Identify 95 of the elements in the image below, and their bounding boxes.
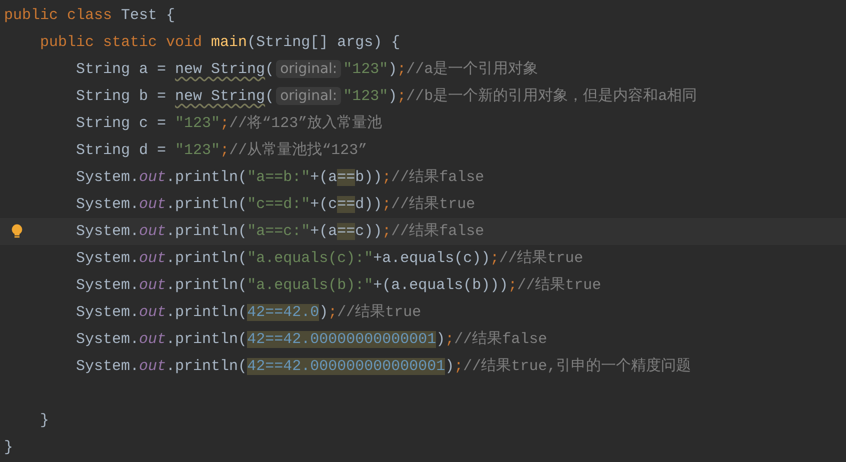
keyword: ; [490,250,500,267]
code-comment: //结果true [499,250,584,267]
code-text: ) [445,358,454,375]
code-text: System. [76,304,140,321]
code-text: .println( [166,169,248,186]
keyword: public class [4,7,114,24]
code-text: System. [76,358,140,375]
code-comment: //a是一个引用对象 [406,61,538,78]
code-text: System. [76,277,140,294]
string-literal: "a==b:" [247,169,310,186]
string-literal: "a.equals(c):" [247,250,374,267]
string-literal: "123" [343,88,388,105]
string-literal: "123" [175,115,220,132]
code-text: +(a [310,223,338,240]
code-text: System. [76,196,140,213]
field-name: out [139,358,166,375]
warning-code: new String [175,61,266,78]
keyword: ; [445,331,454,348]
match-highlight: == [337,196,356,213]
code-text: .println( [166,304,248,321]
code-comment: //将“123”放入常量池 [229,115,382,132]
code-comment: //b是一个新的引用对象，但是内容和a相同 [406,88,698,105]
code-text: String c = [76,115,168,132]
string-literal: "123" [343,61,388,78]
code-text: String d = [76,142,168,159]
number-highlight: 42==42.000000000000001 [247,358,446,375]
field-name: out [139,250,166,267]
number-highlight: 42==42.00000000000001 [247,331,436,348]
code-text: .println( [166,331,248,348]
lightbulb-icon[interactable] [11,224,23,239]
string-literal: "c==d:" [247,196,310,213]
field-name: out [139,196,166,213]
code-text: System. [76,169,140,186]
code-text: +(a [310,169,338,186]
code-comment: //结果true [391,196,476,213]
code-text: d)) [355,196,382,213]
code-comment: //结果false [391,223,484,240]
keyword: ; [382,169,392,186]
code-text: .println( [166,250,248,267]
code-text: } [40,412,50,429]
code-text: System. [76,223,140,240]
keyword: ; [397,88,406,105]
code-comment: //结果false [391,169,484,186]
string-literal: "a==c:" [247,223,310,240]
code-text: +(a.equals(b))) [373,277,508,294]
keyword: ; [382,196,392,213]
keyword: ; [382,223,392,240]
code-text: System. [76,331,140,348]
code-comment: //结果true [517,277,602,294]
keyword: public static void [40,34,204,51]
parameter-hint: original: [276,60,342,78]
code-text: +a.equals(c)) [373,250,490,267]
warning-code: new String [175,88,266,105]
field-name: out [139,304,166,321]
code-text: (String[] args) { [247,34,400,51]
field-name: out [139,331,166,348]
code-text: ) [436,331,446,348]
code-text: b)) [355,169,382,186]
field-name: out [139,169,166,186]
code-editor[interactable] [0,0,846,462]
match-highlight: == [337,223,356,240]
code-text: System. [76,250,140,267]
code-comment: //从常量池找“123” [229,142,368,159]
code-comment: //结果true [337,304,422,321]
code-text: } [4,439,14,456]
parameter-hint: original: [276,87,342,105]
code-text: .println( [166,223,248,240]
string-literal: "a.equals(b):" [247,277,374,294]
string-literal: "123" [175,142,220,159]
code-text: String b = [76,88,168,105]
keyword: ; [328,304,338,321]
keyword: ; [454,358,464,375]
code-text: ( [265,88,274,105]
code-text: ) [319,304,328,321]
code-text: .println( [166,358,248,375]
code-text: +(c [310,196,338,213]
keyword: ; [397,61,406,78]
code-comment: //结果false [454,331,548,348]
match-highlight: == [337,169,356,186]
code-text: c)) [355,223,382,240]
keyword: ; [220,142,230,159]
keyword: ; [220,115,230,132]
field-name: out [139,277,166,294]
code-text: ( [265,61,274,78]
code-text: ) [388,88,398,105]
code-text: .println( [166,196,248,213]
code-text: Test { [121,7,176,24]
code-text: String a = [76,61,168,78]
field-name: out [139,223,166,240]
keyword: ; [508,277,518,294]
code-text: ) [388,61,398,78]
code-comment: //结果true,引申的一个精度问题 [463,358,692,375]
code-text: .println( [166,277,248,294]
method-name: main [211,34,248,51]
number-highlight: 42==42.0 [247,304,320,321]
